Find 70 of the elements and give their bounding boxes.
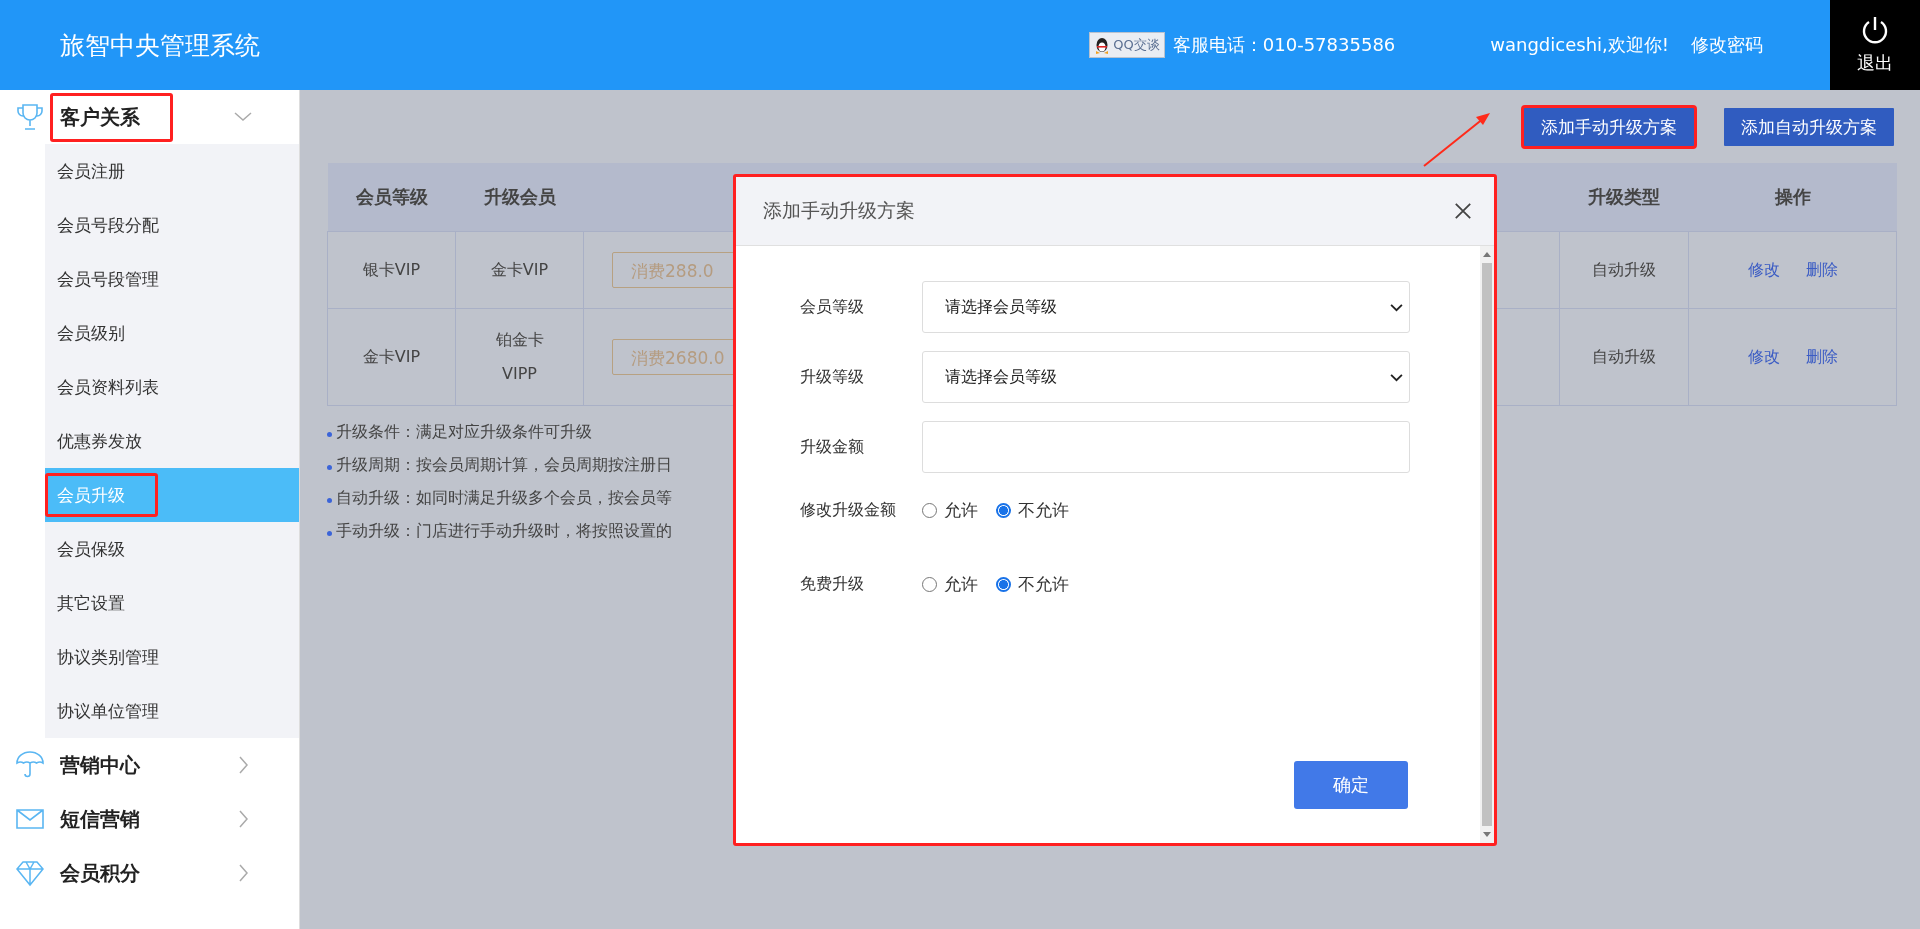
table-cell-text: 金卡VIP — [490, 259, 549, 281]
table-cell-text: 自动升级 — [1592, 346, 1656, 368]
table-cell-text: 银卡VIP — [362, 259, 421, 281]
umbrella-icon — [15, 750, 45, 780]
action-link[interactable]: 修改 — [1747, 346, 1780, 368]
add-plan-button[interactable]: 添加自动升级方案 — [1721, 105, 1897, 149]
column-header: 操作 — [1774, 186, 1811, 207]
select-field[interactable]: 请选择会员等级 — [922, 351, 1410, 403]
welcome-text: wangdiceshi,欢迎你! — [1490, 33, 1669, 57]
action-link[interactable]: 删除 — [1805, 259, 1838, 281]
annotation-arrow — [1423, 113, 1490, 167]
chevron-down-icon — [1390, 302, 1403, 312]
chevron-down-icon — [1390, 372, 1403, 382]
radio-label: 不允许 — [1018, 572, 1069, 596]
table-cell-text: 自动升级 — [1592, 259, 1656, 281]
menu-item[interactable]: 会员资料列表 — [45, 365, 192, 409]
menu-item[interactable]: 协议类别管理 — [45, 635, 192, 679]
confirm-button[interactable]: 确定 — [1294, 761, 1408, 809]
menu-item[interactable]: 协议单位管理 — [45, 689, 192, 733]
app-title: 旅智中央管理系统 — [60, 29, 260, 62]
note-text: 手动升级：门店进行手动升级时，将按照设置的 — [336, 521, 672, 542]
radio-label: 不允许 — [1018, 498, 1069, 522]
menu-item[interactable]: 优惠券发放 — [45, 419, 175, 463]
field-label: 免费升级 — [800, 573, 865, 595]
field-label: 升级等级 — [800, 366, 865, 388]
menu-group[interactable]: 短信营销 — [50, 794, 173, 844]
menu-item[interactable]: 会员注册 — [45, 149, 158, 193]
menu-group[interactable]: 客户关系 — [50, 92, 173, 142]
menu-group[interactable]: 会员积分 — [50, 848, 173, 898]
bullet-icon — [327, 498, 332, 503]
table-cell-text: 金卡VIP — [362, 346, 421, 368]
menu-item[interactable]: 其它设置 — [45, 581, 158, 625]
field-label: 修改升级金额 — [800, 499, 897, 521]
radio-button[interactable] — [996, 502, 1011, 518]
action-link[interactable]: 删除 — [1805, 346, 1838, 368]
field-label: 升级金额 — [800, 436, 865, 458]
menu-item[interactable]: 会员级别 — [45, 311, 158, 355]
note-text: 升级条件：满足对应升级条件可升级 — [336, 422, 592, 443]
field-label: 会员等级 — [800, 296, 865, 318]
action-link[interactable]: 修改 — [1747, 259, 1780, 281]
note-text: 升级周期：按会员周期计算，会员周期按注册日 — [336, 455, 672, 476]
diamond-icon — [15, 858, 45, 888]
add-plan-button[interactable]: 添加手动升级方案 — [1521, 105, 1697, 149]
menu-group[interactable]: 营销中心 — [50, 740, 173, 790]
bullet-icon — [327, 432, 332, 437]
menu-item[interactable]: 会员保级 — [45, 527, 158, 571]
table-cell-text: 铂金卡VIPP — [494, 329, 545, 385]
radio-label: 允许 — [944, 572, 978, 596]
note-text: 自动升级：如同时满足升级多个会员，按会员等 — [336, 488, 672, 509]
bullet-icon — [327, 531, 332, 536]
select-field[interactable]: 请选择会员等级 — [922, 281, 1410, 333]
trophy-icon — [15, 102, 45, 132]
bullet-icon — [327, 465, 332, 470]
scrollbar[interactable] — [1480, 246, 1494, 843]
power-icon — [1860, 15, 1890, 45]
menu-item[interactable]: 会员号段管理 — [45, 257, 192, 301]
close-button[interactable] — [1452, 200, 1474, 222]
radio-label: 允许 — [944, 498, 978, 522]
input-field[interactable] — [922, 421, 1410, 473]
close-icon — [1454, 202, 1472, 220]
penguin-icon — [1094, 36, 1111, 54]
qq-chat-button[interactable]: QQ交谈 — [1089, 32, 1165, 58]
menu-item[interactable]: 会员号段分配 — [45, 203, 192, 247]
column-header: 会员等级 — [355, 186, 428, 207]
radio-button[interactable] — [996, 576, 1011, 592]
column-header: 升级会员 — [483, 186, 556, 207]
hotline-text: 客服电话：010-57835586 — [1172, 33, 1396, 57]
column-header: 升级类型 — [1588, 186, 1660, 207]
dialog-title: 添加手动升级方案 — [763, 198, 915, 223]
logout-button[interactable]: 退出 — [1830, 0, 1920, 90]
